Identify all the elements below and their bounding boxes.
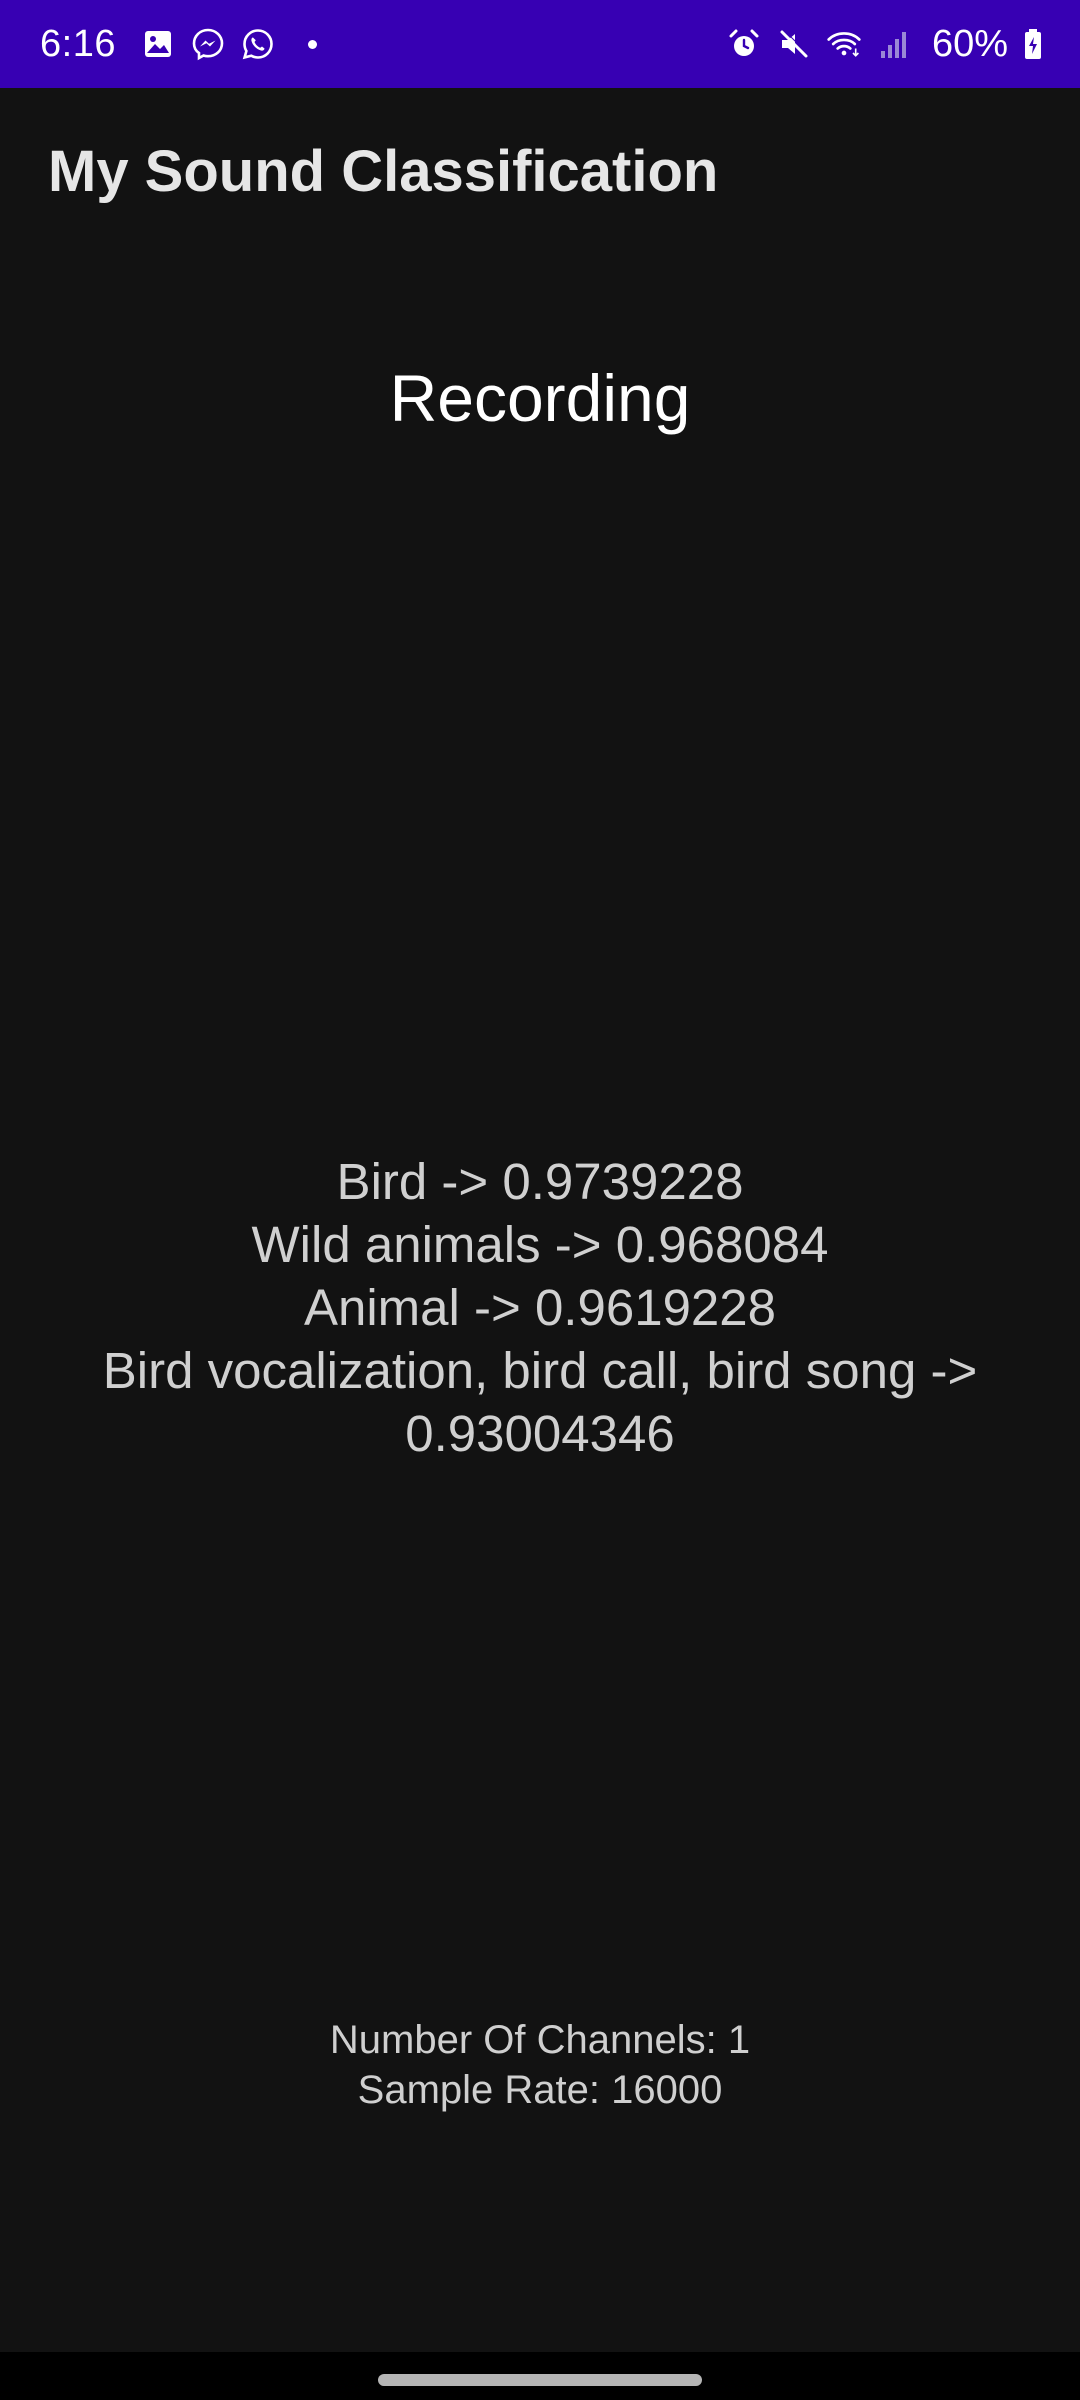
status-bar: 6:16 60% bbox=[0, 0, 1080, 88]
app-title: My Sound Classification bbox=[48, 139, 719, 204]
classification-results: Bird -> 0.9739228 Wild animals -> 0.9680… bbox=[70, 1150, 1010, 1465]
result-line: Bird -> 0.9739228 bbox=[336, 1153, 744, 1210]
battery-charging-icon bbox=[1022, 26, 1044, 62]
alarm-icon bbox=[726, 26, 762, 62]
channels-count: Number Of Channels: 1 bbox=[329, 2018, 751, 2062]
mute-icon bbox=[776, 26, 812, 62]
audio-info: Number Of Channels: 1 Sample Rate: 16000 bbox=[0, 2015, 1080, 2115]
whatsapp-icon bbox=[240, 26, 276, 62]
result-line: Wild animals -> 0.968084 bbox=[251, 1216, 829, 1273]
battery-percentage: 60% bbox=[931, 22, 1008, 65]
wifi-icon bbox=[826, 26, 862, 62]
result-line: Animal -> 0.9619228 bbox=[303, 1279, 777, 1336]
sample-rate: Sample Rate: 16000 bbox=[357, 2068, 723, 2112]
status-right: 60% bbox=[726, 0, 1044, 88]
recording-status: Recording bbox=[389, 361, 691, 435]
messenger-icon bbox=[190, 26, 226, 62]
result-line: 0.93004346 bbox=[405, 1405, 675, 1462]
result-line: Bird vocalization, bird call, bird song … bbox=[102, 1342, 978, 1399]
signal-icon bbox=[876, 26, 912, 62]
home-indicator[interactable] bbox=[378, 2374, 702, 2386]
gallery-icon bbox=[140, 26, 176, 62]
status-left: 6:16 bbox=[40, 0, 317, 88]
notification-dot-icon bbox=[307, 39, 317, 49]
app-bar: My Sound Classification bbox=[0, 88, 1080, 256]
status-time: 6:16 bbox=[40, 22, 116, 65]
